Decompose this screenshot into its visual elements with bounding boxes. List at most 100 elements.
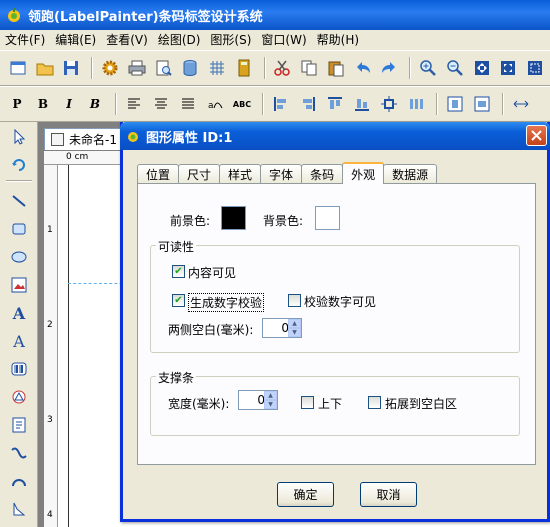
save-icon[interactable] bbox=[59, 56, 83, 80]
undo-icon[interactable] bbox=[351, 56, 375, 80]
tab-size[interactable]: 尺寸 bbox=[178, 164, 221, 184]
check-digit-visible-label: 校验数字可见 bbox=[304, 295, 377, 309]
toolbar-separator bbox=[262, 93, 264, 115]
bold-italic-button[interactable]: B bbox=[84, 93, 106, 115]
redo-icon[interactable] bbox=[378, 56, 402, 80]
polygon-tool-icon[interactable] bbox=[7, 498, 31, 520]
foreground-label: 前景色: bbox=[170, 214, 211, 228]
cut-icon[interactable] bbox=[271, 56, 295, 80]
tab-position[interactable]: 位置 bbox=[137, 164, 180, 184]
select-arrow-icon[interactable] bbox=[7, 126, 31, 148]
spin-down-icon[interactable]: ▼ bbox=[264, 400, 277, 409]
print-preview-icon[interactable] bbox=[152, 56, 176, 80]
tab-data-source[interactable]: 数据源 bbox=[383, 164, 438, 184]
bold-button[interactable]: B bbox=[32, 93, 54, 115]
menu-edit[interactable]: 编辑(E) bbox=[50, 31, 101, 48]
cancel-button[interactable]: 取消 bbox=[360, 482, 417, 507]
rectangle-tool-icon[interactable] bbox=[7, 218, 31, 240]
zoom-in-icon[interactable] bbox=[416, 56, 440, 80]
svg-text:a: a bbox=[208, 101, 214, 111]
align-objects-bottom-icon[interactable] bbox=[350, 92, 374, 116]
open-icon[interactable] bbox=[33, 56, 57, 80]
line-tool-icon[interactable] bbox=[7, 190, 31, 212]
same-width-icon[interactable] bbox=[509, 92, 533, 116]
zoom-window-icon[interactable] bbox=[523, 56, 547, 80]
fit-page-icon[interactable] bbox=[470, 56, 494, 80]
zoom-out-icon[interactable] bbox=[443, 56, 467, 80]
curve-tool-icon[interactable] bbox=[7, 442, 31, 464]
gen-check-digit-checkbox[interactable]: ✔ bbox=[172, 294, 185, 307]
side-margin-spinner[interactable]: 0 ▲ ▼ bbox=[262, 318, 302, 338]
ruler-tick-label: 4 bbox=[47, 510, 53, 520]
shape-properties-dialog: 图形属性 ID:1 位置 尺寸 样式 字体 条码 外观 数据源 前景色: 背景色… bbox=[120, 122, 550, 522]
tab-appearance[interactable]: 外观 bbox=[342, 162, 385, 184]
align-objects-top-icon[interactable] bbox=[323, 92, 347, 116]
tab-style[interactable]: 样式 bbox=[219, 164, 262, 184]
toolbar-separator bbox=[436, 93, 438, 115]
center-horizontal-icon[interactable] bbox=[443, 92, 467, 116]
spin-up-icon[interactable]: ▲ bbox=[288, 319, 301, 328]
grid-icon[interactable] bbox=[205, 56, 229, 80]
center-vertical-icon[interactable] bbox=[470, 92, 494, 116]
copy-icon[interactable] bbox=[297, 56, 321, 80]
barcode-tool-icon[interactable] bbox=[7, 358, 31, 380]
align-left-icon[interactable] bbox=[122, 92, 146, 116]
menu-help[interactable]: 帮助(H) bbox=[312, 31, 364, 48]
actual-size-icon[interactable] bbox=[496, 56, 520, 80]
new-icon[interactable] bbox=[6, 56, 30, 80]
dialog-logo-icon bbox=[128, 132, 138, 142]
outline-text-tool-icon[interactable]: A bbox=[7, 330, 31, 352]
extend-blank-checkbox[interactable] bbox=[368, 396, 381, 409]
tab-font[interactable]: 字体 bbox=[260, 164, 303, 184]
table-tool-icon[interactable] bbox=[7, 414, 31, 436]
document-icon bbox=[51, 133, 64, 146]
top-bottom-checkbox[interactable] bbox=[301, 396, 314, 409]
ok-button[interactable]: 确定 bbox=[277, 482, 334, 507]
check-digit-visible-checkbox[interactable] bbox=[288, 294, 301, 307]
align-objects-right-icon[interactable] bbox=[296, 92, 320, 116]
background-label: 背景色: bbox=[263, 214, 304, 228]
property-tabs: 位置 尺寸 样式 字体 条码 外观 数据源 bbox=[137, 162, 438, 184]
spin-up-icon[interactable]: ▲ bbox=[264, 391, 277, 400]
italic-button[interactable]: I bbox=[58, 93, 80, 115]
drawing-tools-bar: A A bbox=[0, 122, 38, 527]
text-tool-icon[interactable]: A bbox=[7, 302, 31, 324]
center-both-icon[interactable] bbox=[377, 92, 401, 116]
menu-file[interactable]: 文件(F) bbox=[0, 31, 50, 48]
dialog-title-bar[interactable]: 图形属性 ID:1 bbox=[120, 122, 550, 150]
menu-view[interactable]: 查看(V) bbox=[101, 31, 153, 48]
image-tool-icon[interactable] bbox=[7, 274, 31, 296]
paste-icon[interactable] bbox=[324, 56, 348, 80]
align-justify-icon[interactable] bbox=[176, 92, 200, 116]
calculator-icon[interactable] bbox=[232, 56, 256, 80]
close-button[interactable] bbox=[526, 125, 547, 146]
foreground-color-swatch[interactable] bbox=[221, 206, 246, 230]
abc-text-button[interactable]: ABC bbox=[230, 92, 254, 116]
arc-tool-icon[interactable] bbox=[7, 470, 31, 492]
content-visible-checkbox[interactable]: ✔ bbox=[172, 265, 185, 278]
toolbar-separator bbox=[115, 93, 117, 115]
menu-draw[interactable]: 绘图(D) bbox=[153, 31, 206, 48]
spin-down-icon[interactable]: ▼ bbox=[288, 328, 301, 337]
ruler-tick-label: 2 bbox=[47, 320, 53, 330]
database-icon[interactable] bbox=[178, 56, 202, 80]
plain-text-button[interactable]: P bbox=[6, 93, 28, 115]
distribute-icon[interactable] bbox=[404, 92, 428, 116]
align-objects-left-icon[interactable] bbox=[269, 92, 293, 116]
menu-shape[interactable]: 图形(S) bbox=[205, 31, 256, 48]
menu-window[interactable]: 窗口(W) bbox=[256, 31, 311, 48]
close-icon bbox=[531, 130, 542, 141]
background-color-swatch[interactable] bbox=[315, 206, 340, 230]
print-icon[interactable] bbox=[125, 56, 149, 80]
ellipse-tool-icon[interactable] bbox=[7, 246, 31, 268]
rotate-icon[interactable] bbox=[7, 152, 31, 174]
align-center-icon[interactable] bbox=[149, 92, 173, 116]
side-margin-label: 两侧空白(毫米): bbox=[168, 323, 254, 337]
ruler-tick-label: 3 bbox=[47, 415, 53, 425]
shape-tool-icon[interactable] bbox=[7, 386, 31, 408]
text-effect-icon[interactable]: a bbox=[203, 92, 227, 116]
vertical-ruler: 1 2 3 4 bbox=[44, 165, 58, 527]
tab-barcode[interactable]: 条码 bbox=[301, 164, 344, 184]
settings-gear-icon[interactable] bbox=[98, 56, 122, 80]
bar-width-spinner[interactable]: 0 ▲ ▼ bbox=[238, 390, 278, 410]
